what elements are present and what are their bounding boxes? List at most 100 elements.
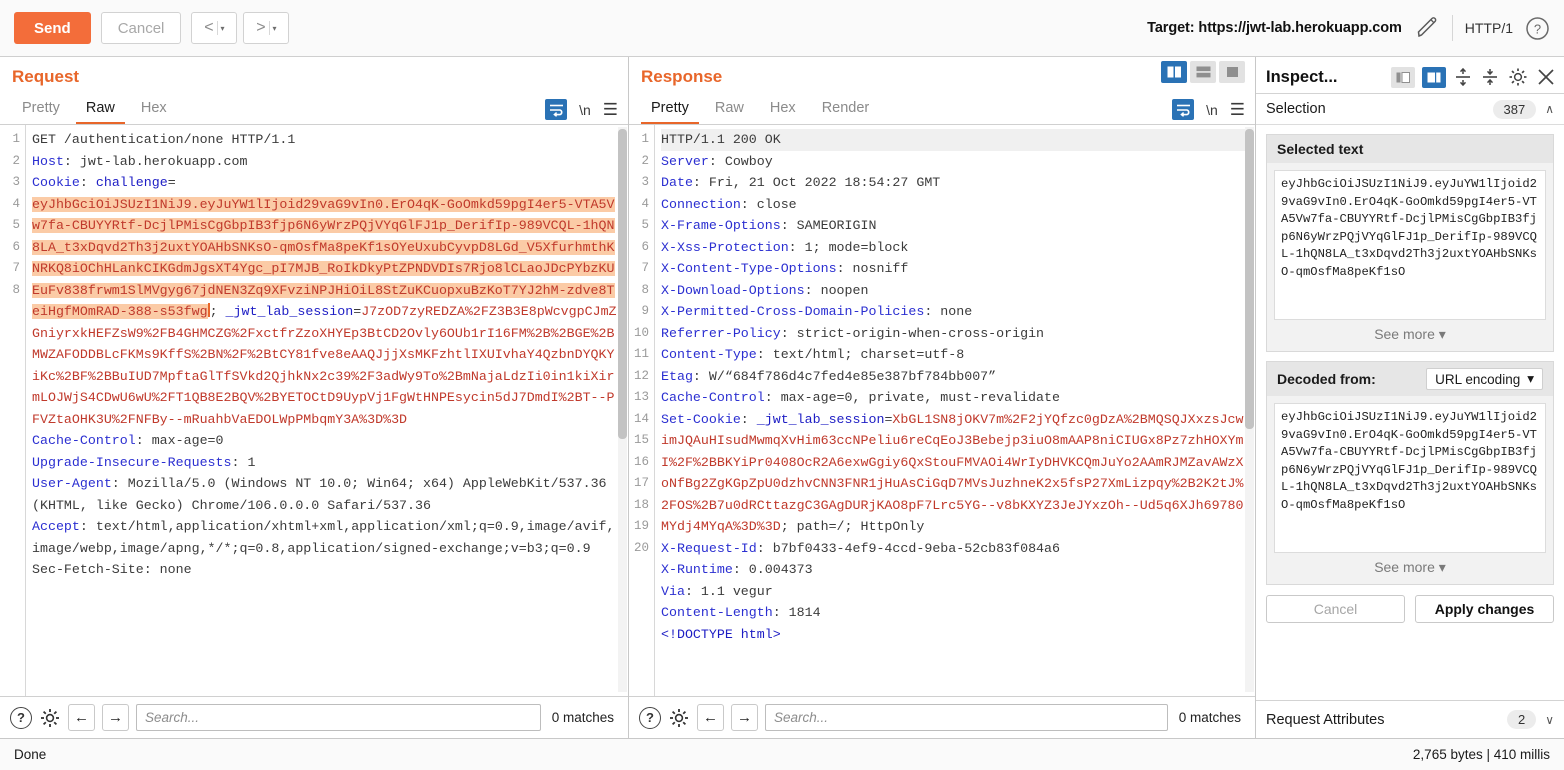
history-forward-button[interactable]: > ▾ (243, 12, 290, 44)
line-number: 13 (633, 390, 649, 404)
code-line: Etag: W/“684f786d4c7fed4e85e387bf784bb00… (661, 368, 997, 384)
request-scrollbar[interactable] (618, 127, 627, 692)
inspector-selection-section[interactable]: Selection 387 ∧ (1256, 94, 1564, 125)
search-prev-button[interactable]: ← (697, 704, 724, 731)
code-line: X-Xss-Protection: 1; mode=block (661, 239, 909, 255)
apply-changes-button[interactable]: Apply changes (1415, 595, 1554, 623)
request-search-input[interactable] (136, 704, 541, 731)
code-line: Upgrade-Insecure-Requests: 1 (32, 454, 256, 470)
line-number: 5 (12, 218, 20, 232)
top-toolbar: Send Cancel < ▾ > ▾ Target: https://jwt-… (0, 0, 1564, 57)
burp-repeater-window: Send Cancel < ▾ > ▾ Target: https://jwt-… (0, 0, 1564, 770)
request-search-bar: ? ← → 0 matches (0, 696, 628, 738)
inspector-request-attributes-section[interactable]: Request Attributes 2 ∨ (1256, 700, 1564, 738)
code-line: Cookie: challenge= (32, 175, 176, 190)
hamburger-menu-icon[interactable]: ☰ (1230, 101, 1245, 118)
status-left-text: Done (14, 747, 47, 762)
request-body-text[interactable]: GET /authentication/none HTTP/1.1 Host: j… (26, 125, 628, 696)
tab-request-raw[interactable]: Raw (75, 100, 125, 124)
code-line: Referrer-Policy: strict-origin-when-cros… (661, 325, 1045, 341)
decoded-see-more[interactable]: See more ▾ (1267, 553, 1553, 584)
send-button[interactable]: Send (14, 12, 91, 44)
pencil-icon[interactable] (1414, 15, 1440, 41)
split-vertical-icon[interactable] (1161, 61, 1187, 83)
cancel-button[interactable]: Cancel (100, 12, 182, 44)
selected-text-value[interactable]: eyJhbGciOiJSUzI1NiJ9.eyJuYW1lIjoid29vaG9… (1274, 170, 1546, 320)
selected-text-see-more[interactable]: See more ▾ (1267, 320, 1553, 351)
line-number: 9 (641, 304, 649, 318)
inspector-title: Inspect... (1266, 67, 1338, 86)
see-more-label: See more (1374, 559, 1435, 575)
gear-icon[interactable] (668, 707, 690, 729)
question-mark-icon[interactable]: ? (1525, 16, 1550, 41)
response-scrollbar[interactable] (1245, 127, 1254, 692)
code-line: Accept: text/html,application/xhtml+xml,… (32, 519, 615, 556)
split-horizontal-icon[interactable] (1190, 61, 1216, 83)
tab-response-pretty[interactable]: Pretty (641, 100, 699, 124)
code-line: <!DOCTYPE html> (661, 626, 781, 642)
decoded-text-value[interactable]: eyJhbGciOiJSUzI1NiJ9.eyJuYW1lIjoid29vaG9… (1274, 403, 1546, 553)
question-mark-icon[interactable]: ? (10, 706, 32, 729)
response-body-text[interactable]: HTTP/1.1 200 OK Server: Cowboy Date: Fri, … (655, 125, 1255, 696)
request-editor[interactable]: 1 2 3 4 5 6 7 8 GET /authentication/none HTTP/1… (0, 125, 628, 696)
selected-text-panel: Selected text eyJhbGciOiJSUzI1NiJ9.eyJuY… (1266, 134, 1554, 352)
status-right-text: 2,765 bytes | 410 millis (1412, 747, 1550, 762)
code-line: Via: 1.1 vegur (661, 583, 773, 599)
question-mark-icon[interactable]: ? (639, 706, 661, 729)
status-bar: Done 2,765 bytes | 410 millis (0, 738, 1564, 770)
divider (216, 21, 218, 35)
tab-response-render[interactable]: Render (812, 100, 880, 124)
collapse-all-icon[interactable] (1480, 67, 1500, 87)
search-next-button[interactable]: → (731, 704, 758, 731)
chevron-left-icon: < (204, 19, 214, 36)
decoding-mode-dropdown[interactable]: URL encoding ▾ (1426, 368, 1543, 390)
response-editor[interactable]: 1 2 3 4 5 6 7 8 9 10 11 12 13 14 15 16 17 18 19 20 HTTP/1.1… (629, 125, 1255, 696)
code-line: Sec-Fetch-Site: none (32, 562, 192, 577)
close-icon[interactable] (1536, 67, 1556, 87)
chevron-down-icon[interactable]: ∨ (1545, 713, 1554, 727)
code-line: Content-Type: text/html; charset=utf-8 (661, 347, 965, 362)
response-search-input[interactable] (765, 704, 1168, 731)
cancel-button[interactable]: Cancel (1266, 595, 1405, 623)
request-tabs: Pretty Raw Hex \n ☰ (0, 93, 628, 125)
request-line-numbers: 1 2 3 4 5 6 7 8 (0, 125, 26, 696)
request-tab-icons: \n ☰ (545, 99, 618, 120)
single-pane-icon[interactable] (1219, 61, 1245, 83)
dock-left-icon[interactable] (1391, 66, 1415, 88)
code-line: Cache-Control: max-age=0 (32, 433, 224, 448)
dock-right-icon[interactable] (1422, 66, 1446, 88)
response-pane: Response Pretty Raw Hex Render \n ☰ 1 2 … (629, 57, 1256, 738)
tab-response-hex[interactable]: Hex (760, 100, 806, 124)
line-number: 8 (12, 282, 20, 297)
newline-toggle[interactable]: \n (1206, 102, 1218, 118)
line-number: 3 (12, 175, 20, 189)
gear-icon[interactable] (39, 707, 61, 729)
search-next-button[interactable]: → (102, 704, 129, 731)
inspector-spacer (1256, 623, 1564, 700)
word-wrap-icon[interactable] (1172, 99, 1195, 120)
expand-all-icon[interactable] (1453, 67, 1473, 87)
search-prev-button[interactable]: ← (68, 704, 95, 731)
line-number: 1 (641, 132, 649, 146)
selection-count-badge: 387 (1492, 99, 1537, 119)
newline-toggle[interactable]: \n (579, 102, 591, 118)
history-back-button[interactable]: < ▾ (191, 12, 238, 44)
chevron-up-icon[interactable]: ∧ (1545, 102, 1554, 116)
line-number: 4 (12, 196, 20, 211)
code-line: HTTP/1.1 200 OK (661, 129, 1249, 151)
word-wrap-icon[interactable] (545, 99, 568, 120)
inspector-body: Selection 387 ∧ Selected text eyJhbGciOi… (1256, 93, 1564, 738)
line-number: 4 (641, 196, 649, 211)
tab-request-hex[interactable]: Hex (131, 100, 177, 124)
selected-text-label: Selected text (1277, 141, 1364, 157)
hamburger-menu-icon[interactable]: ☰ (603, 101, 618, 118)
line-number: 14 (633, 411, 649, 426)
http-version-label[interactable]: HTTP/1 (1465, 20, 1513, 36)
tab-response-raw[interactable]: Raw (705, 100, 754, 124)
code-line: X-Runtime: 0.004373 (661, 562, 813, 577)
tab-request-pretty[interactable]: Pretty (12, 100, 70, 124)
inspector-header: Inspect... (1256, 57, 1564, 93)
selection-label: Selection (1266, 101, 1326, 117)
see-more-label: See more (1374, 326, 1435, 342)
gear-icon[interactable] (1507, 66, 1529, 88)
